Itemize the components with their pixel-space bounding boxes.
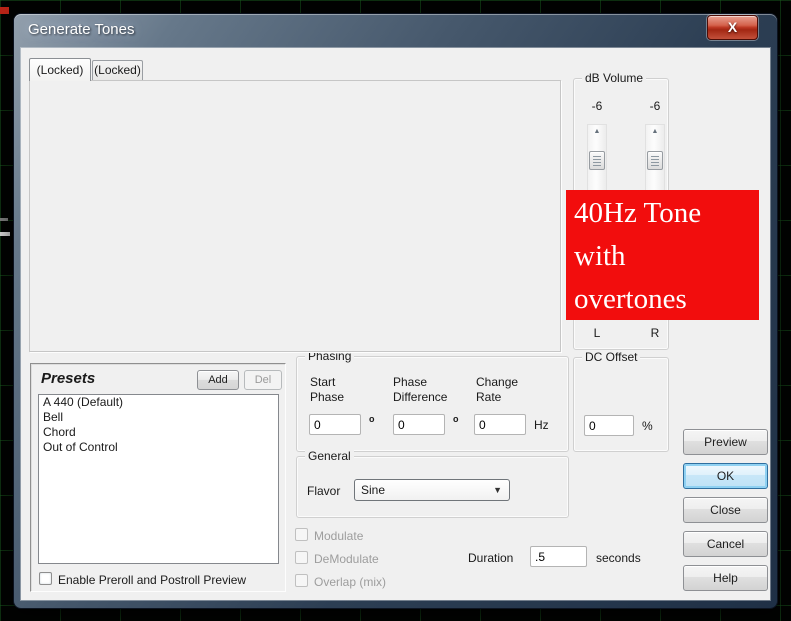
label-line: Difference xyxy=(393,390,447,404)
backdrop-tick-mark xyxy=(0,232,10,236)
phase-difference-unit: o xyxy=(453,414,459,424)
slider-up-icon[interactable]: ▲ xyxy=(646,128,664,135)
close-icon: X xyxy=(728,19,737,35)
annotation-overlay: 40Hz Tone with overtones xyxy=(566,190,759,320)
overlap-checkbox[interactable] xyxy=(295,574,308,587)
presets-title: Presets xyxy=(41,370,95,387)
modulate-checkbox[interactable] xyxy=(295,528,308,541)
dc-offset-title: DC Offset xyxy=(582,350,640,364)
db-left-value: -6 xyxy=(582,99,612,113)
preset-add-button[interactable]: Add xyxy=(197,370,239,390)
window-title: Generate Tones xyxy=(28,21,134,38)
slider-up-icon[interactable]: ▲ xyxy=(588,128,606,135)
db-volume-title: dB Volume xyxy=(582,71,646,85)
thumb-grip-icon xyxy=(593,156,601,166)
flavor-dropdown[interactable]: Sine ▼ xyxy=(354,479,510,501)
desktop-background: Generate Tones X (Locked) (Locked) ✔ Loc… xyxy=(0,0,791,621)
duration-input[interactable] xyxy=(530,546,587,567)
tab-page xyxy=(29,80,561,352)
close-button[interactable]: X xyxy=(707,15,758,40)
dc-offset-group: DC Offset % xyxy=(573,357,669,452)
demodulate-checkbox[interactable] xyxy=(295,551,308,564)
tab-label: (Locked) xyxy=(94,63,141,77)
thumb-grip-icon xyxy=(651,156,659,166)
presets-listbox[interactable]: A 440 (Default) Bell Chord Out of Contro… xyxy=(38,394,279,564)
phase-difference-input[interactable] xyxy=(393,414,445,435)
preset-del-button[interactable]: Del xyxy=(244,370,282,390)
close-button-dialog[interactable]: Close xyxy=(683,497,768,523)
annotation-line: with xyxy=(574,235,759,278)
preset-list-item[interactable]: Out of Control xyxy=(39,440,278,455)
dropdown-arrow-icon: ▼ xyxy=(493,480,502,501)
demodulate-label: DeModulate xyxy=(314,552,379,566)
slider-thumb[interactable] xyxy=(647,151,663,170)
preview-button[interactable]: Preview xyxy=(683,429,768,455)
annotation-line: overtones xyxy=(574,278,759,320)
modulate-label: Modulate xyxy=(314,529,363,543)
tab-locked-1[interactable]: (Locked) xyxy=(29,58,91,81)
preroll-label: Enable Preroll and Postroll Preview xyxy=(58,573,246,587)
label-line: Phase xyxy=(393,375,427,389)
db-right-value: -6 xyxy=(640,99,670,113)
change-rate-unit: Hz xyxy=(534,418,549,432)
help-button[interactable]: Help xyxy=(683,565,768,591)
start-phase-unit: o xyxy=(369,414,375,424)
tab-locked-2[interactable]: (Locked) xyxy=(92,60,143,80)
duration-label: Duration xyxy=(468,551,513,565)
general-title: General xyxy=(305,449,354,463)
overlap-label: Overlap (mix) xyxy=(314,575,386,589)
change-rate-label: Change Rate xyxy=(476,375,518,405)
channel-right-label: R xyxy=(645,326,665,340)
preroll-checkbox[interactable] xyxy=(39,572,52,585)
label-line: Rate xyxy=(476,390,501,404)
label-line: Change xyxy=(476,375,518,389)
duration-unit: seconds xyxy=(596,551,641,565)
start-phase-label: Start Phase xyxy=(310,375,344,405)
start-phase-input[interactable] xyxy=(309,414,361,435)
preset-list-item[interactable]: Bell xyxy=(39,410,278,425)
phase-difference-label: Phase Difference xyxy=(393,375,447,405)
backdrop-red-mark xyxy=(0,7,9,14)
general-group: General Flavor Sine ▼ xyxy=(296,456,569,518)
label-line: Phase xyxy=(310,390,344,404)
ok-button[interactable]: OK xyxy=(683,463,768,489)
tab-label: (Locked) xyxy=(37,63,84,77)
cancel-button[interactable]: Cancel xyxy=(683,531,768,557)
presets-panel: Presets Add Del A 440 (Default) Bell Cho… xyxy=(30,363,286,592)
preset-list-item[interactable]: A 440 (Default) xyxy=(39,395,278,410)
label-line: Start xyxy=(310,375,335,389)
channel-left-label: L xyxy=(587,326,607,340)
titlebar[interactable]: Generate Tones X xyxy=(14,14,777,48)
dc-offset-input[interactable] xyxy=(584,415,634,436)
dc-offset-unit: % xyxy=(642,419,653,433)
phasing-group: Phasing Start Phase Phase Difference Cha… xyxy=(296,356,569,452)
flavor-selected-value: Sine xyxy=(355,483,385,497)
preset-list-item[interactable]: Chord xyxy=(39,425,278,440)
generate-tones-dialog: Generate Tones X (Locked) (Locked) ✔ Loc… xyxy=(14,14,777,608)
flavor-label: Flavor xyxy=(307,484,340,498)
slider-thumb[interactable] xyxy=(589,151,605,170)
backdrop-tick-mark xyxy=(0,218,8,221)
annotation-line: 40Hz Tone xyxy=(574,192,759,235)
dialog-client-area: (Locked) (Locked) ✔ Lock to these settin… xyxy=(21,48,770,600)
change-rate-input[interactable] xyxy=(474,414,526,435)
